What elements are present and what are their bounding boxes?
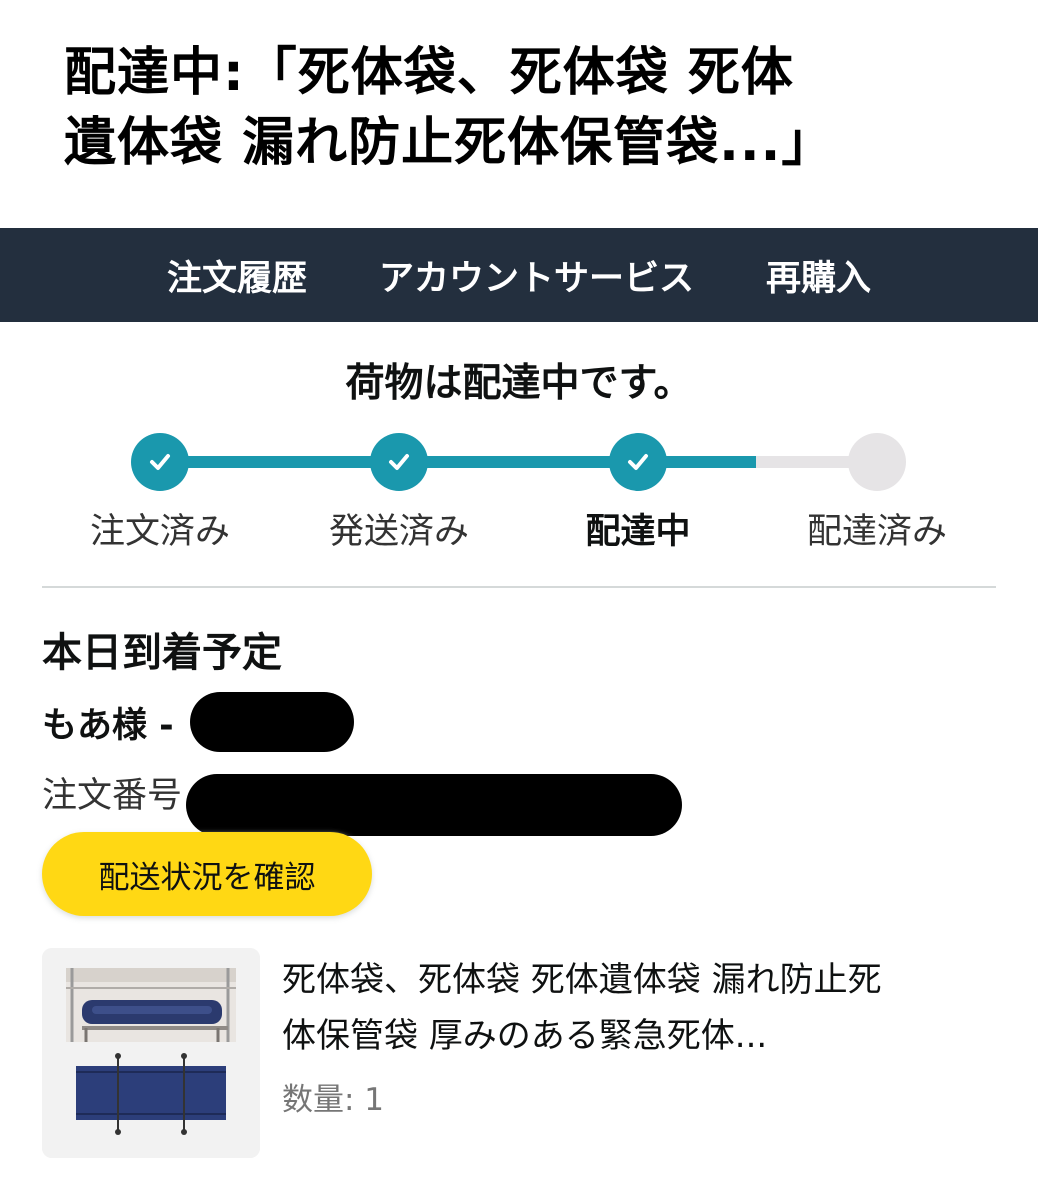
body-bag-product-image: [42, 948, 260, 1158]
step-label-out-for-delivery: 配達中: [585, 512, 691, 552]
step-ordered-check-icon: [131, 433, 189, 491]
nav-account-services[interactable]: アカウントサービス: [379, 250, 694, 301]
section-divider: [42, 586, 996, 588]
step-out-for-delivery-check-icon: [609, 433, 667, 491]
order-number-label: 注文番号: [42, 775, 183, 816]
product-title-line-2: 体保管袋 厚みのある緊急死体...: [282, 1016, 768, 1056]
redacted-order-number: [186, 774, 683, 836]
step-delivered-empty-circle-icon: [848, 433, 906, 491]
redacted-recipient-name: [189, 692, 354, 752]
track-package-button[interactable]: 配送状況を確認: [42, 832, 372, 916]
recipient-label: もあ様 -: [42, 705, 174, 746]
product-thumbnail[interactable]: [42, 948, 260, 1158]
shipment-status-title: 荷物は配達中です。: [345, 361, 693, 406]
delivery-progress-track: [160, 456, 878, 468]
recipient-line: もあ様 -: [42, 692, 354, 752]
product-quantity: 数量: 1: [282, 1082, 385, 1118]
arrival-estimate: 本日到着予定: [42, 630, 282, 676]
headline-line-1: 配達中:「死体袋、死体袋 死体: [64, 43, 794, 103]
product-title-line-1: 死体袋、死体袋 死体遺体袋 漏れ防止死: [282, 960, 882, 1000]
step-label-delivered: 配達済み: [806, 512, 947, 552]
step-label-shipped: 発送済み: [328, 512, 469, 552]
order-number-line: 注文番号: [42, 748, 683, 836]
product-title[interactable]: 死体袋、死体袋 死体遺体袋 漏れ防止死 体保管袋 厚みのある緊急死体...: [282, 952, 1002, 1064]
headline-line-2: 遺体袋 漏れ防止死体保管袋...」: [64, 113, 835, 173]
page-headline: 配達中:「死体袋、死体袋 死体 遺体袋 漏れ防止死体保管袋...」: [64, 38, 994, 178]
step-shipped-check-icon: [370, 433, 428, 491]
top-navigation-bar: 注文履歴 アカウントサービス 再購入: [0, 228, 1038, 322]
nav-order-history[interactable]: 注文履歴: [167, 250, 307, 301]
nav-buy-again[interactable]: 再購入: [766, 250, 871, 301]
step-label-ordered: 注文済み: [89, 512, 230, 552]
